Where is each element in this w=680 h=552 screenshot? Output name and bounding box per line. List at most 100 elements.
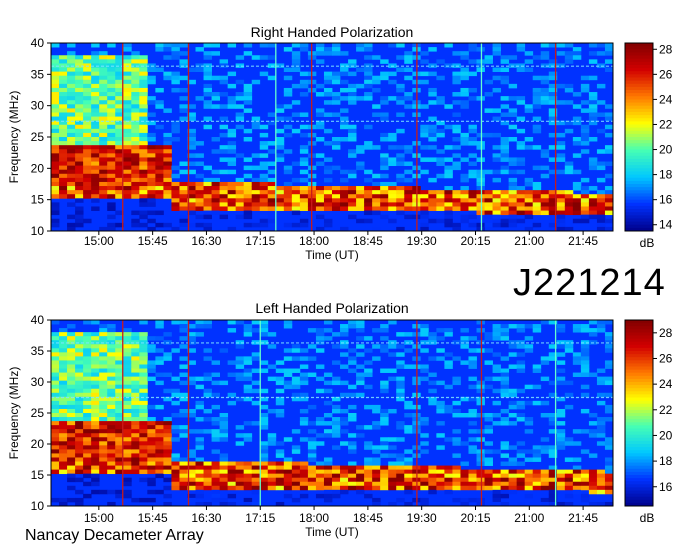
heatmap-cell — [364, 198, 373, 203]
x-axis-label: Time (UT) — [305, 248, 359, 262]
heatmap-cell — [340, 421, 349, 426]
heatmap-cell — [99, 79, 108, 85]
heatmap-cell — [275, 481, 285, 487]
heatmap-cell — [532, 445, 542, 450]
heatmap-cell — [67, 222, 76, 228]
heatmap-cell — [75, 360, 84, 365]
heatmap-cell — [396, 425, 405, 430]
y-tick-label: 20 — [31, 161, 45, 175]
heatmap-cell — [99, 67, 108, 73]
heatmap-cell — [532, 453, 542, 458]
heatmap-cell — [323, 421, 333, 426]
heatmap-cell — [283, 194, 293, 199]
heatmap-cell — [131, 433, 140, 438]
heatmap-cell — [444, 408, 453, 414]
heatmap-cell — [83, 352, 92, 357]
heatmap-cell — [59, 149, 68, 154]
heatmap-cell — [147, 218, 156, 224]
heatmap-cell — [532, 400, 542, 406]
heatmap-cell — [59, 104, 68, 109]
heatmap-cell — [596, 218, 606, 224]
heatmap-cell — [444, 328, 453, 333]
heatmap-cell — [588, 332, 598, 337]
heatmap-cell — [219, 198, 229, 203]
heatmap-cell — [340, 324, 349, 329]
heatmap-cell — [532, 181, 542, 187]
heatmap-cell — [323, 165, 333, 171]
heatmap-cell — [388, 376, 397, 382]
heatmap-cell — [51, 425, 60, 430]
heatmap-cell — [51, 104, 60, 109]
heatmap-cell — [572, 473, 582, 479]
heatmap-cell — [315, 332, 325, 337]
heatmap-cell — [604, 206, 614, 211]
heatmap-cell — [348, 83, 357, 89]
heatmap-cell — [235, 194, 245, 199]
heatmap-cell — [75, 344, 84, 349]
heatmap-cell — [468, 437, 477, 442]
heatmap-cell — [340, 137, 349, 142]
heatmap-cell — [315, 43, 325, 48]
colorbar-segment — [625, 143, 653, 147]
heatmap-cell — [51, 202, 60, 207]
heatmap-cell — [267, 206, 277, 211]
heatmap-cell — [604, 190, 614, 195]
heatmap-cell — [99, 461, 108, 466]
heatmap-cell — [83, 457, 92, 462]
heatmap-cell — [211, 43, 220, 48]
heatmap-cell — [107, 137, 116, 142]
heatmap-cell — [243, 473, 253, 479]
heatmap-cell — [452, 408, 461, 414]
heatmap-cell — [428, 388, 437, 394]
heatmap-cell — [283, 473, 293, 479]
heatmap-cell — [299, 380, 309, 386]
heatmap-cell — [179, 485, 188, 491]
heatmap-cell — [476, 202, 485, 207]
heatmap-cell — [131, 145, 140, 150]
heatmap-cell — [356, 392, 365, 398]
heatmap-cell — [404, 489, 413, 495]
heatmap-cell — [163, 47, 172, 52]
heatmap-cell — [91, 376, 100, 382]
heatmap-cell — [500, 67, 510, 73]
heatmap-cell — [179, 104, 188, 109]
heatmap-cell — [107, 489, 116, 495]
heatmap-cell — [348, 137, 357, 142]
heatmap-cell — [436, 75, 445, 81]
heatmap-cell — [460, 190, 469, 195]
heatmap-cell — [388, 181, 397, 187]
heatmap-cell — [107, 222, 116, 228]
heatmap-cell — [484, 429, 493, 434]
heatmap-cell — [211, 392, 220, 398]
heatmap-cell — [348, 348, 357, 353]
heatmap-cell — [139, 83, 148, 89]
heatmap-cell — [524, 104, 534, 109]
heatmap-cell — [588, 485, 598, 491]
heatmap-cell — [396, 364, 405, 369]
heatmap-cell — [492, 47, 501, 52]
heatmap-cell — [75, 465, 84, 471]
heatmap-cell — [139, 417, 148, 422]
heatmap-cell — [219, 497, 229, 503]
heatmap-cell — [372, 477, 381, 483]
heatmap-cell — [404, 457, 413, 462]
heatmap-cell — [420, 421, 429, 426]
heatmap-cell — [332, 481, 341, 487]
heatmap-cell — [75, 421, 84, 426]
heatmap-cell — [195, 485, 204, 491]
heatmap-cell — [75, 417, 84, 422]
heatmap-cell — [59, 380, 68, 386]
heatmap-cell — [468, 469, 477, 475]
heatmap-cell — [420, 218, 429, 224]
heatmap-cell — [131, 181, 140, 187]
heatmap-cell — [51, 380, 60, 386]
heatmap-cell — [83, 145, 92, 150]
heatmap-cell — [404, 465, 413, 471]
heatmap-cell — [452, 429, 461, 434]
heatmap-cell — [131, 336, 140, 341]
heatmap-cell — [259, 198, 269, 203]
x-tick-label: 15:00 — [84, 511, 114, 525]
heatmap-cell — [604, 489, 614, 495]
heatmap-cell — [468, 485, 477, 491]
heatmap-cell — [211, 380, 220, 386]
